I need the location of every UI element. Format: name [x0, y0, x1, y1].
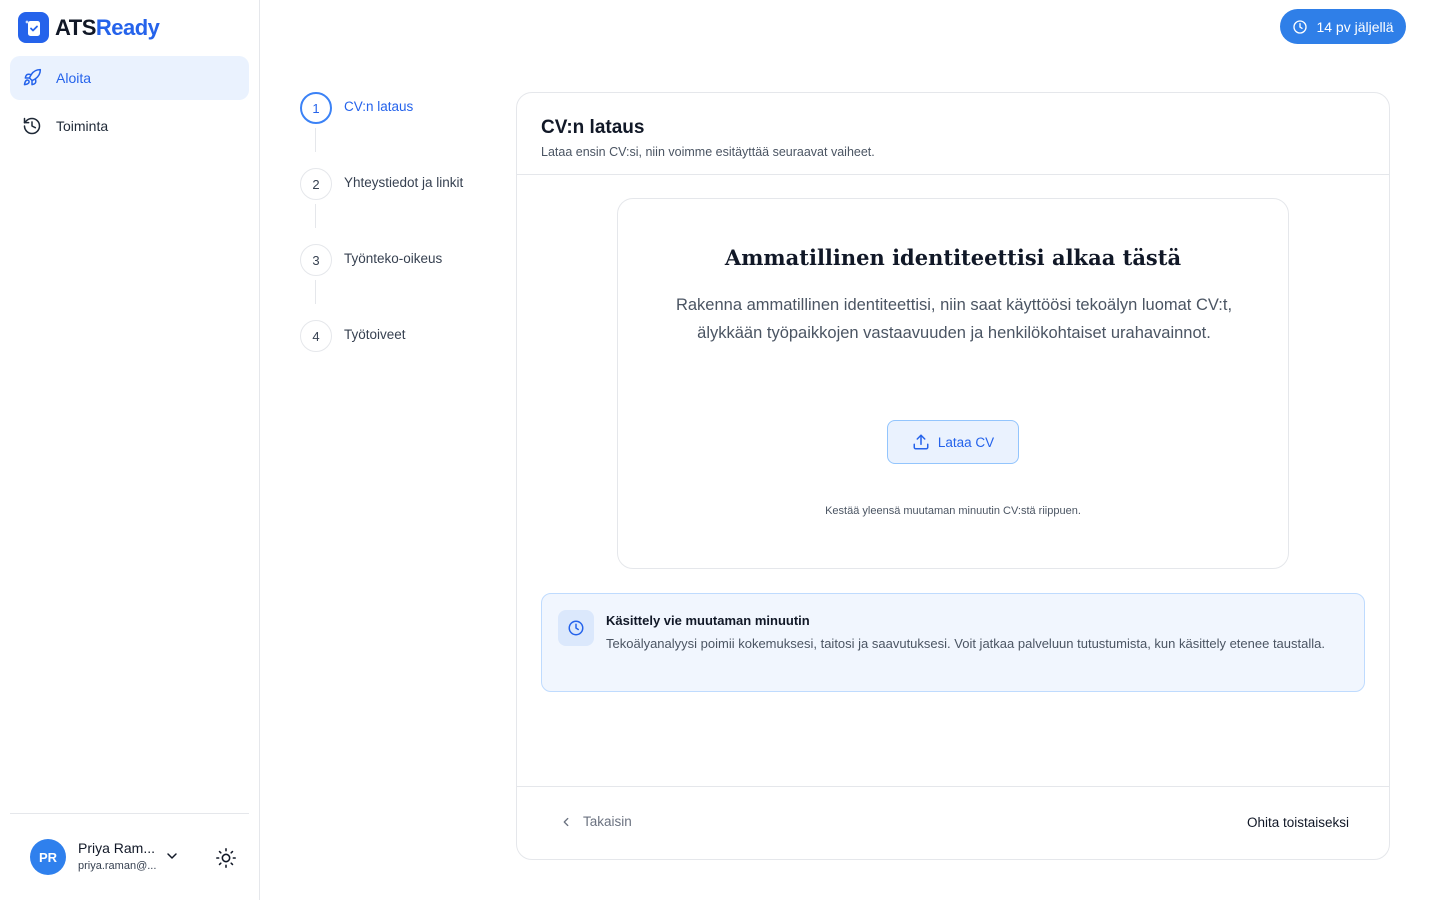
sidebar-nav: Aloita Toiminta: [10, 56, 249, 152]
logo-icon: [18, 12, 49, 43]
step-label: Työtoiveet: [344, 327, 406, 342]
user-name: Priya Ram...: [78, 840, 156, 856]
step-number: 1: [300, 92, 332, 124]
upload-cv-label: Lataa CV: [937, 434, 995, 450]
step-connector: [315, 204, 316, 228]
cv-upload-card: CV:n lataus Lataa ensin CV:si, niin voim…: [516, 92, 1390, 860]
step-label: Työnteko-oikeus: [344, 251, 443, 266]
rocket-icon: [23, 68, 42, 86]
onboarding-stepper: 1 CV:n lataus 2 Yhteystiedot ja linkit 3…: [300, 92, 500, 396]
step-work-authorization[interactable]: 3 Työnteko-oikeus: [300, 244, 500, 320]
history-icon: [23, 117, 41, 135]
user-email: priya.raman@...: [78, 860, 157, 872]
step-cv-upload[interactable]: 1 CV:n lataus: [300, 92, 500, 168]
step-connector: [315, 280, 316, 304]
info-text: Tekoälyanalyysi poimii kokemuksesi, tait…: [606, 636, 1325, 651]
trial-days-badge[interactable]: 14 pv jäljellä: [1280, 9, 1406, 44]
step-connector: [315, 128, 316, 152]
trial-days-label: 14 pv jäljellä: [1316, 18, 1394, 35]
sidebar-item-label: Aloita: [56, 70, 92, 86]
info-title: Käsittely vie muutaman minuutin: [606, 613, 810, 628]
step-job-preferences[interactable]: 4 Työtoiveet: [300, 320, 500, 396]
app-logo[interactable]: ATSReady: [18, 12, 160, 43]
skip-button[interactable]: Ohita toistaiseksi: [1247, 815, 1349, 830]
step-number: 2: [300, 168, 332, 200]
step-number: 3: [300, 244, 332, 276]
step-label: CV:n lataus: [344, 99, 414, 114]
clock-icon: [558, 610, 594, 646]
page-subtitle: Lataa ensin CV:si, niin voimme esitäyttä…: [541, 145, 875, 159]
upload-duration-note: Kestää yleensä muutaman minuutin CV:stä …: [825, 505, 1081, 517]
step-label: Yhteystiedot ja linkit: [344, 175, 464, 190]
card-footer: Takaisin Ohita toistaiseksi: [517, 786, 1389, 861]
upload-cv-button[interactable]: Lataa CV: [887, 420, 1019, 464]
page-title: CV:n lataus: [541, 117, 645, 138]
step-contact-links[interactable]: 2 Yhteystiedot ja linkit: [300, 168, 500, 244]
user-menu: PR Priya Ram... priya.raman@...: [10, 813, 249, 900]
chevron-down-icon[interactable]: [164, 848, 180, 864]
app-name: ATSReady: [55, 14, 160, 40]
upload-dropzone[interactable]: Ammatillinen identiteettisi alkaa tästä …: [617, 198, 1289, 569]
step-number: 4: [300, 320, 332, 352]
upload-title: Ammatillinen identiteettisi alkaa tästä: [724, 245, 1182, 270]
sun-icon[interactable]: [215, 847, 237, 869]
sidebar-item-aloita[interactable]: Aloita: [10, 56, 249, 100]
sidebar-item-label: Toiminta: [56, 118, 109, 134]
sidebar-item-toiminta[interactable]: Toiminta: [10, 104, 249, 148]
processing-info-box: Käsittely vie muutaman minuutin Tekoälya…: [541, 593, 1365, 692]
back-button[interactable]: Takaisin: [559, 814, 632, 829]
avatar[interactable]: PR: [30, 839, 66, 875]
upload-description: Rakenna ammatillinen identiteettisi, nii…: [675, 296, 1233, 342]
upload-icon: [913, 434, 929, 450]
chevron-left-icon: [563, 817, 569, 826]
clock-icon: [1293, 19, 1308, 34]
back-label: Takaisin: [583, 814, 632, 829]
sidebar: ATSReady Aloita Toiminta PR Priya Ram...…: [0, 0, 260, 900]
card-header: CV:n lataus Lataa ensin CV:si, niin voim…: [517, 93, 1389, 175]
